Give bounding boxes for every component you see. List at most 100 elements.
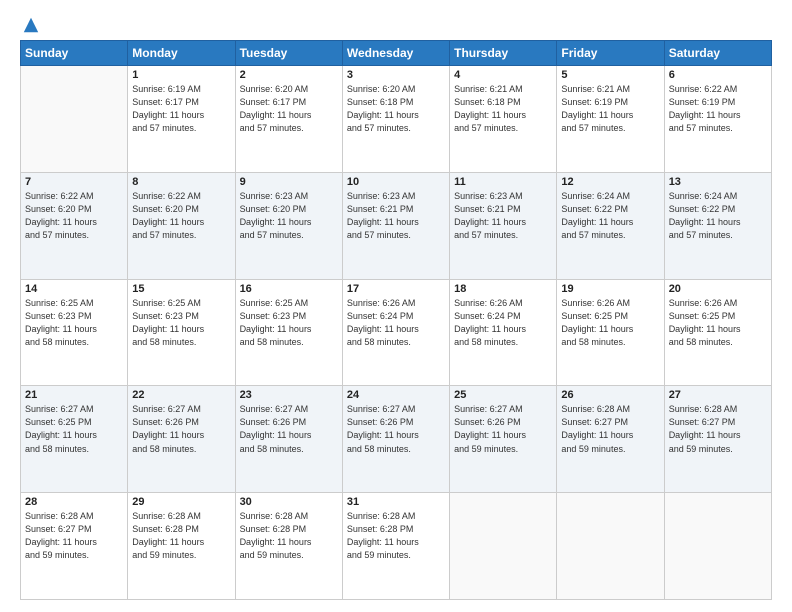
calendar-cell: 24 Sunrise: 6:27 AM Sunset: 6:26 PM Dayli… [342,386,449,493]
calendar-cell: 31 Sunrise: 6:28 AM Sunset: 6:28 PM Dayli… [342,493,449,600]
calendar-cell: 29 Sunrise: 6:28 AM Sunset: 6:28 PM Dayli… [128,493,235,600]
calendar-header-saturday: Saturday [664,41,771,66]
calendar-header-row: SundayMondayTuesdayWednesdayThursdayFrid… [21,41,772,66]
day-number: 5 [561,69,659,81]
day-number: 10 [347,176,445,188]
day-info: Sunrise: 6:23 AM Sunset: 6:20 PM Dayligh… [240,190,338,242]
calendar-cell: 10 Sunrise: 6:23 AM Sunset: 6:21 PM Dayli… [342,172,449,279]
day-info: Sunrise: 6:27 AM Sunset: 6:25 PM Dayligh… [25,403,123,455]
day-number: 29 [132,496,230,508]
day-info: Sunrise: 6:25 AM Sunset: 6:23 PM Dayligh… [240,297,338,349]
day-info: Sunrise: 6:27 AM Sunset: 6:26 PM Dayligh… [454,403,552,455]
day-info: Sunrise: 6:20 AM Sunset: 6:18 PM Dayligh… [347,83,445,135]
calendar-cell: 4 Sunrise: 6:21 AM Sunset: 6:18 PM Daylig… [450,66,557,173]
calendar-week-row: 28 Sunrise: 6:28 AM Sunset: 6:27 PM Dayli… [21,493,772,600]
calendar-cell [557,493,664,600]
day-number: 23 [240,389,338,401]
page: SundayMondayTuesdayWednesdayThursdayFrid… [0,0,792,612]
calendar-cell: 12 Sunrise: 6:24 AM Sunset: 6:22 PM Dayli… [557,172,664,279]
day-number: 24 [347,389,445,401]
calendar-cell: 20 Sunrise: 6:26 AM Sunset: 6:25 PM Dayli… [664,279,771,386]
logo-text [20,16,40,34]
calendar-cell: 18 Sunrise: 6:26 AM Sunset: 6:24 PM Dayli… [450,279,557,386]
day-info: Sunrise: 6:21 AM Sunset: 6:18 PM Dayligh… [454,83,552,135]
day-info: Sunrise: 6:26 AM Sunset: 6:25 PM Dayligh… [669,297,767,349]
logo-icon [22,16,40,34]
calendar-cell: 21 Sunrise: 6:27 AM Sunset: 6:25 PM Dayli… [21,386,128,493]
day-number: 8 [132,176,230,188]
calendar-cell: 17Sunrise: 6:26 AM Sunset: 6:24 PM Dayli… [342,279,449,386]
day-number: 19 [561,283,659,295]
day-number: 15 [132,283,230,295]
day-info: Sunrise: 6:26 AM Sunset: 6:25 PM Dayligh… [561,297,659,349]
day-number: 9 [240,176,338,188]
calendar-cell: 6 Sunrise: 6:22 AM Sunset: 6:19 PM Daylig… [664,66,771,173]
calendar-cell [450,493,557,600]
day-info: Sunrise: 6:22 AM Sunset: 6:20 PM Dayligh… [25,190,123,242]
day-number: 21 [25,389,123,401]
logo [20,16,40,30]
calendar-week-row: 21 Sunrise: 6:27 AM Sunset: 6:25 PM Dayli… [21,386,772,493]
day-info: Sunrise: 6:23 AM Sunset: 6:21 PM Dayligh… [347,190,445,242]
day-number: 12 [561,176,659,188]
calendar-cell: 2 Sunrise: 6:20 AM Sunset: 6:17 PM Daylig… [235,66,342,173]
day-info: Sunrise: 6:24 AM Sunset: 6:22 PM Dayligh… [561,190,659,242]
calendar-header-friday: Friday [557,41,664,66]
calendar-cell: 5 Sunrise: 6:21 AM Sunset: 6:19 PM Daylig… [557,66,664,173]
calendar-week-row: 7 Sunrise: 6:22 AM Sunset: 6:20 PM Daylig… [21,172,772,279]
day-number: 28 [25,496,123,508]
day-info: Sunrise: 6:26 AM Sunset: 6:24 PM Dayligh… [347,297,445,349]
calendar-cell: 15 Sunrise: 6:25 AM Sunset: 6:23 PM Dayli… [128,279,235,386]
calendar-cell: 30Sunrise: 6:28 AM Sunset: 6:28 PM Dayli… [235,493,342,600]
day-number: 18 [454,283,552,295]
day-info: Sunrise: 6:19 AM Sunset: 6:17 PM Dayligh… [132,83,230,135]
day-info: Sunrise: 6:28 AM Sunset: 6:27 PM Dayligh… [669,403,767,455]
calendar-header-tuesday: Tuesday [235,41,342,66]
calendar-header-monday: Monday [128,41,235,66]
day-info: Sunrise: 6:24 AM Sunset: 6:22 PM Dayligh… [669,190,767,242]
calendar-header-thursday: Thursday [450,41,557,66]
day-number: 16 [240,283,338,295]
calendar-table: SundayMondayTuesdayWednesdayThursdayFrid… [20,40,772,600]
day-info: Sunrise: 6:28 AM Sunset: 6:28 PM Dayligh… [347,510,445,562]
calendar-cell [664,493,771,600]
calendar-cell: 25Sunrise: 6:27 AM Sunset: 6:26 PM Dayli… [450,386,557,493]
day-info: Sunrise: 6:27 AM Sunset: 6:26 PM Dayligh… [132,403,230,455]
day-number: 4 [454,69,552,81]
day-info: Sunrise: 6:27 AM Sunset: 6:26 PM Dayligh… [347,403,445,455]
day-info: Sunrise: 6:28 AM Sunset: 6:28 PM Dayligh… [240,510,338,562]
day-number: 26 [561,389,659,401]
calendar-cell: 14 Sunrise: 6:25 AM Sunset: 6:23 PM Dayli… [21,279,128,386]
day-number: 20 [669,283,767,295]
calendar-cell: 23Sunrise: 6:27 AM Sunset: 6:26 PM Dayli… [235,386,342,493]
calendar-week-row: 14 Sunrise: 6:25 AM Sunset: 6:23 PM Dayli… [21,279,772,386]
calendar-cell: 8 Sunrise: 6:22 AM Sunset: 6:20 PM Daylig… [128,172,235,279]
day-info: Sunrise: 6:20 AM Sunset: 6:17 PM Dayligh… [240,83,338,135]
calendar-header-sunday: Sunday [21,41,128,66]
day-info: Sunrise: 6:22 AM Sunset: 6:19 PM Dayligh… [669,83,767,135]
calendar-cell: 7 Sunrise: 6:22 AM Sunset: 6:20 PM Daylig… [21,172,128,279]
calendar-cell [21,66,128,173]
day-number: 6 [669,69,767,81]
day-info: Sunrise: 6:26 AM Sunset: 6:24 PM Dayligh… [454,297,552,349]
day-info: Sunrise: 6:25 AM Sunset: 6:23 PM Dayligh… [25,297,123,349]
calendar-cell: 26 Sunrise: 6:28 AM Sunset: 6:27 PM Dayli… [557,386,664,493]
calendar-header-wednesday: Wednesday [342,41,449,66]
calendar-cell: 28 Sunrise: 6:28 AM Sunset: 6:27 PM Dayli… [21,493,128,600]
day-info: Sunrise: 6:22 AM Sunset: 6:20 PM Dayligh… [132,190,230,242]
day-info: Sunrise: 6:23 AM Sunset: 6:21 PM Dayligh… [454,190,552,242]
calendar-cell: 22Sunrise: 6:27 AM Sunset: 6:26 PM Dayli… [128,386,235,493]
day-number: 31 [347,496,445,508]
day-number: 7 [25,176,123,188]
calendar-cell: 9 Sunrise: 6:23 AM Sunset: 6:20 PM Daylig… [235,172,342,279]
day-info: Sunrise: 6:28 AM Sunset: 6:27 PM Dayligh… [25,510,123,562]
day-number: 2 [240,69,338,81]
day-info: Sunrise: 6:25 AM Sunset: 6:23 PM Dayligh… [132,297,230,349]
day-number: 14 [25,283,123,295]
day-info: Sunrise: 6:21 AM Sunset: 6:19 PM Dayligh… [561,83,659,135]
day-number: 11 [454,176,552,188]
day-info: Sunrise: 6:28 AM Sunset: 6:27 PM Dayligh… [561,403,659,455]
calendar-cell: 3Sunrise: 6:20 AM Sunset: 6:18 PM Daylig… [342,66,449,173]
day-info: Sunrise: 6:28 AM Sunset: 6:28 PM Dayligh… [132,510,230,562]
header [20,16,772,30]
